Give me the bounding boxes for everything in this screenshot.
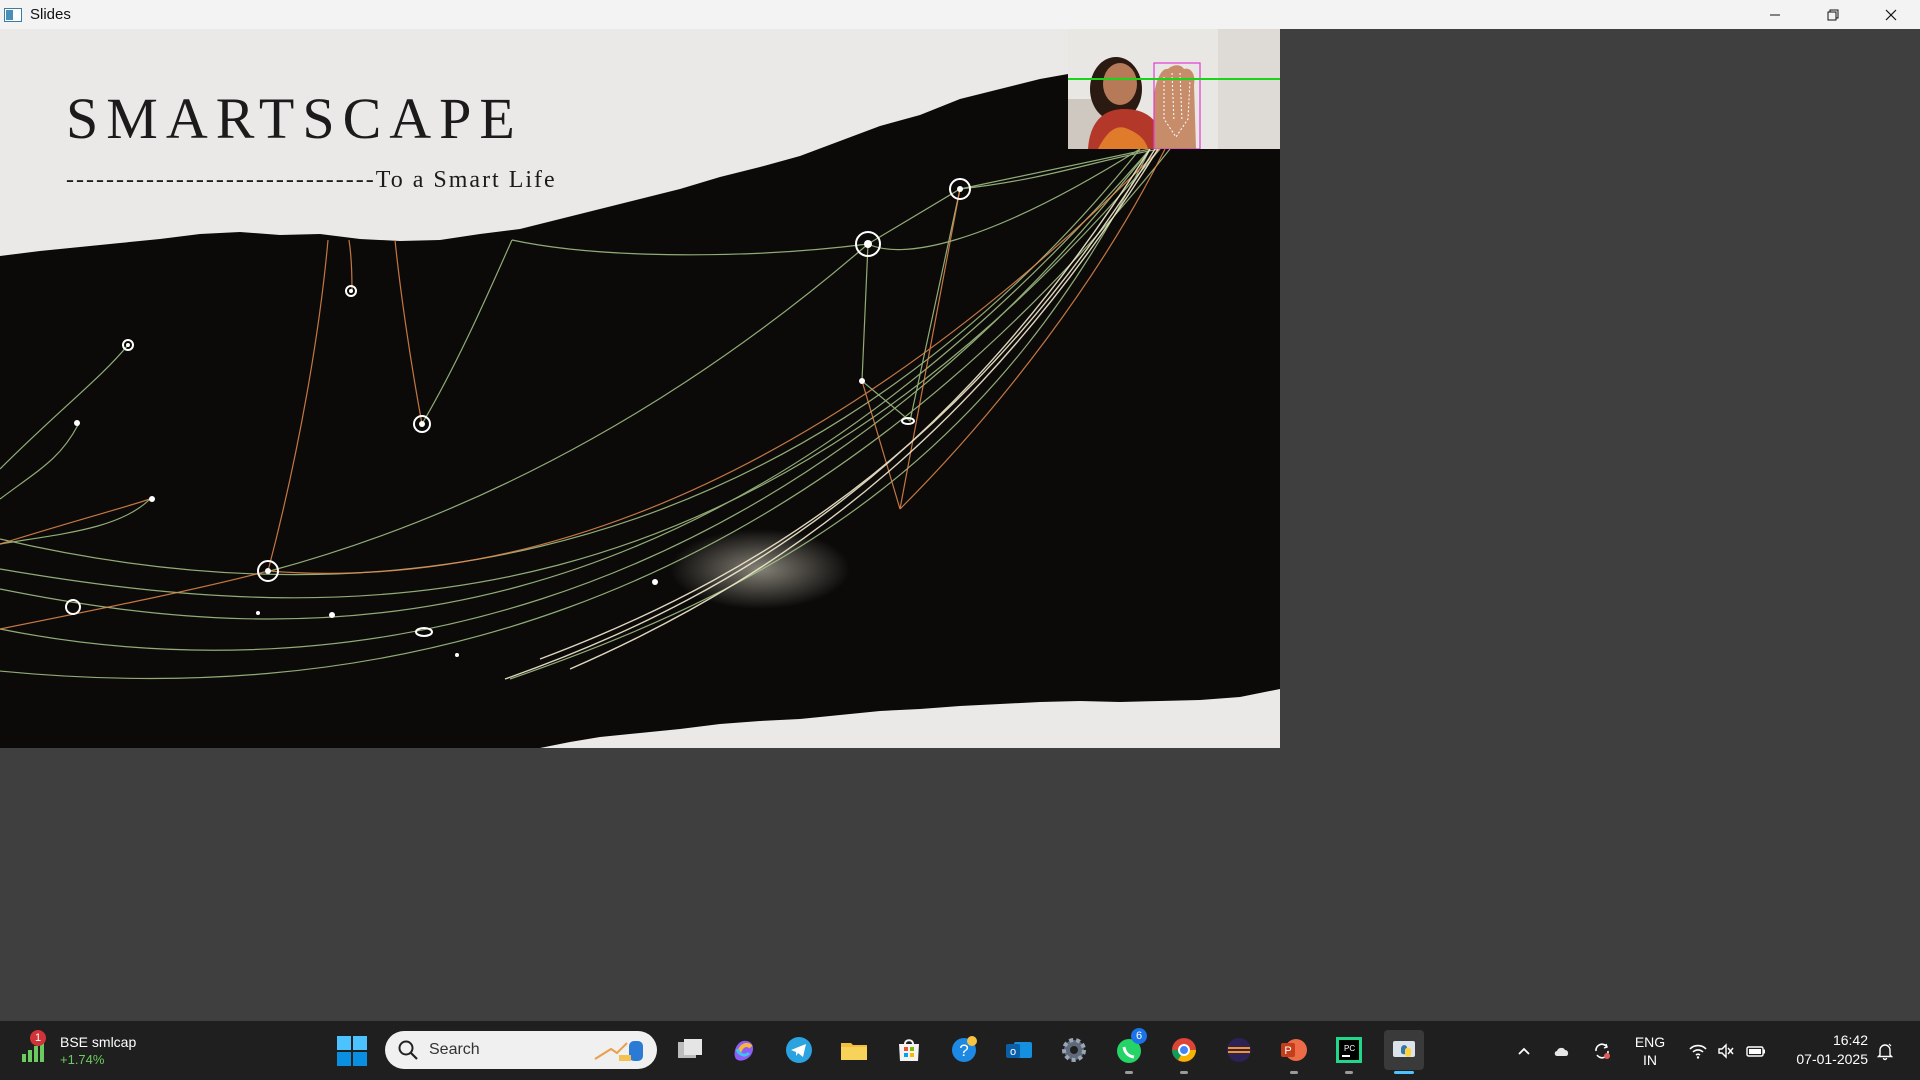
chevron-up-icon <box>1518 1047 1530 1055</box>
search-box[interactable]: Search <box>385 1031 657 1069</box>
slide-viewer: SMARTSCAPE -----------------------------… <box>0 29 1920 1021</box>
eclipse-icon <box>1227 1038 1251 1062</box>
stock-chart-icon: 1 <box>20 1030 48 1064</box>
outlook-icon: o <box>1006 1042 1032 1058</box>
widget-text: BSE smlcap +1.74% <box>60 1034 136 1067</box>
notification-bell-icon <box>1876 1043 1894 1060</box>
windows-logo-icon <box>337 1036 367 1066</box>
telegram-icon <box>786 1037 812 1063</box>
microsoft-store-button[interactable] <box>889 1030 929 1070</box>
pycharm-icon: PC <box>1336 1037 1362 1063</box>
language-code: ENG <box>1634 1034 1666 1050</box>
search-placeholder: Search <box>429 1041 480 1058</box>
webcam-feed <box>1068 29 1280 149</box>
title-bar: Slides <box>0 0 1920 29</box>
help-icon: ? <box>952 1036 977 1062</box>
active-indicator <box>1394 1071 1414 1074</box>
svg-text:?: ? <box>959 1041 968 1060</box>
notifications-button[interactable] <box>1872 1021 1898 1080</box>
close-icon <box>1885 9 1897 20</box>
window-controls <box>1746 0 1920 29</box>
restore-icon <box>1827 9 1839 20</box>
stock-widget[interactable]: 1 BSE smlcap +1.74% <box>20 1027 150 1073</box>
volume-button[interactable] <box>1714 1021 1738 1080</box>
whatsapp-button[interactable]: 6 <box>1109 1028 1149 1074</box>
battery-icon <box>1746 1045 1765 1057</box>
region-code: IN <box>1643 1052 1657 1068</box>
clock[interactable]: 16:42 07-01-2025 <box>1780 1031 1868 1069</box>
settings-icon <box>1062 1038 1086 1062</box>
slide[interactable]: SMARTSCAPE -----------------------------… <box>0 29 1280 748</box>
running-indicator <box>1180 1071 1188 1074</box>
powerpoint-icon: P <box>1281 1039 1307 1061</box>
restore-button[interactable] <box>1804 0 1862 29</box>
minimize-button[interactable] <box>1746 0 1804 29</box>
running-indicator <box>1125 1071 1133 1074</box>
widget-change: +1.74% <box>60 1051 105 1067</box>
copilot-icon <box>734 1040 754 1061</box>
svg-text:o: o <box>1010 1046 1016 1058</box>
language-indicator[interactable]: ENG IN <box>1630 1033 1670 1069</box>
wifi-button[interactable] <box>1686 1021 1710 1080</box>
powerpoint-button[interactable]: P <box>1274 1030 1314 1074</box>
sync-icon <box>1595 1042 1610 1059</box>
date: 07-01-2025 <box>1796 1051 1868 1067</box>
running-indicator <box>1290 1071 1298 1074</box>
file-explorer-button[interactable] <box>834 1030 874 1070</box>
help-button[interactable]: ? <box>944 1030 984 1070</box>
python-button[interactable] <box>1384 1030 1424 1074</box>
task-view-button[interactable] <box>670 1030 710 1070</box>
app-icon <box>4 7 22 22</box>
window-title: Slides <box>30 6 71 23</box>
close-button[interactable] <box>1862 0 1920 29</box>
wifi-icon <box>1689 1044 1707 1059</box>
webcam-image <box>1068 29 1280 149</box>
copilot-button[interactable] <box>724 1030 764 1070</box>
chrome-button[interactable] <box>1164 1030 1204 1074</box>
taskbar: 1 BSE smlcap +1.74% Search ? o 6 P PC EN… <box>0 1021 1920 1080</box>
notification-badge: 1 <box>30 1030 46 1046</box>
outlook-button[interactable]: o <box>999 1030 1039 1070</box>
svg-text:P: P <box>1284 1045 1291 1057</box>
search-icon <box>398 1040 418 1060</box>
volume-muted-icon <box>1718 1042 1734 1059</box>
time: 16:42 <box>1832 1032 1868 1048</box>
task-view-icon <box>678 1039 702 1058</box>
pycharm-button[interactable]: PC <box>1329 1030 1369 1074</box>
chrome-icon <box>1172 1038 1196 1062</box>
file-explorer-icon <box>841 1043 867 1060</box>
onedrive-button[interactable] <box>1550 1021 1574 1080</box>
python-icon <box>1393 1041 1415 1057</box>
search-highlight-icon <box>594 1041 643 1061</box>
whatsapp-badge: 6 <box>1131 1028 1147 1044</box>
telegram-button[interactable] <box>779 1030 819 1070</box>
eclipse-button[interactable] <box>1219 1030 1259 1070</box>
widget-title: BSE smlcap <box>60 1033 137 1050</box>
show-hidden-icons-button[interactable] <box>1512 1021 1536 1080</box>
running-indicator <box>1345 1071 1353 1074</box>
sync-button[interactable] <box>1590 1021 1614 1080</box>
minimize-icon <box>1770 14 1780 15</box>
svg-text:PC: PC <box>1344 1044 1355 1053</box>
settings-button[interactable] <box>1054 1030 1094 1070</box>
slide-title: SMARTSCAPE <box>66 86 523 151</box>
battery-button[interactable] <box>1744 1021 1768 1080</box>
microsoft-store-icon <box>899 1039 919 1061</box>
cloud-icon <box>1554 1047 1569 1056</box>
slide-subtitle: -------------------------------To a Smar… <box>66 167 557 193</box>
start-button[interactable] <box>336 1035 368 1067</box>
